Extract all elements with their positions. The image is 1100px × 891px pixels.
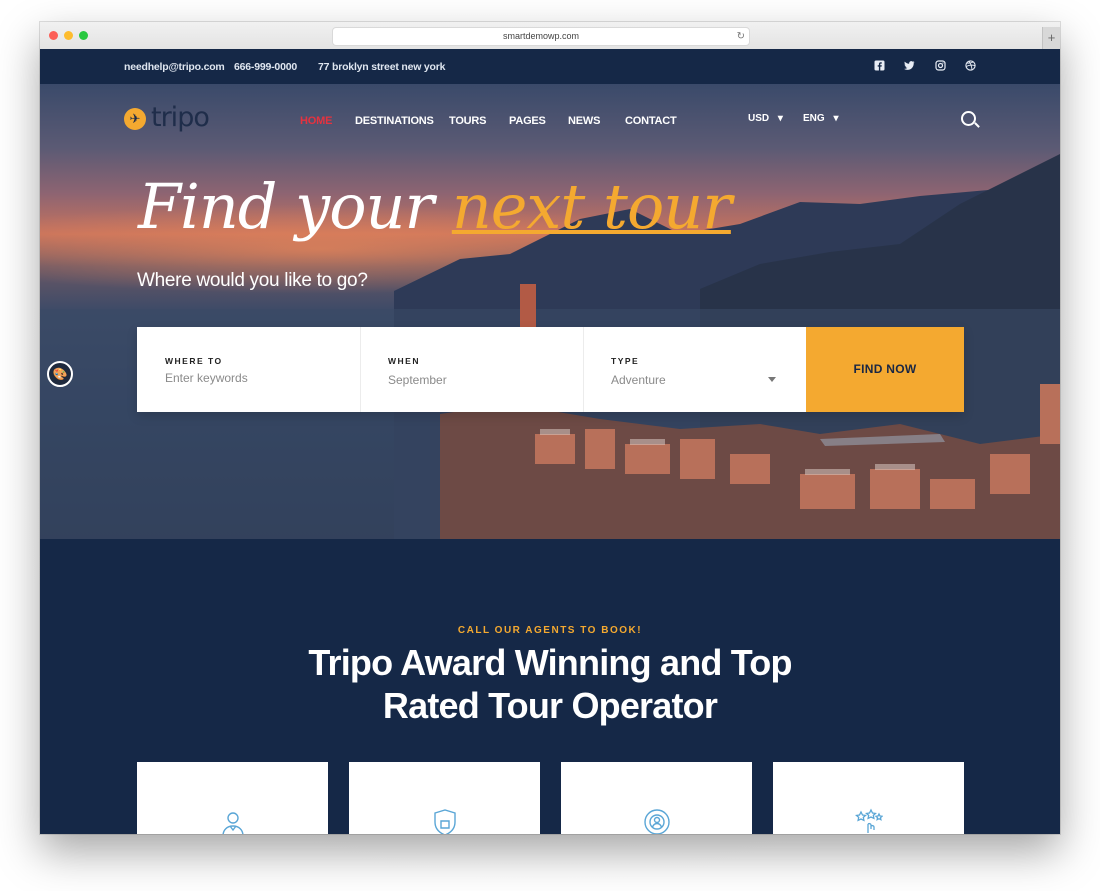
- chevron-down-icon: ▾: [833, 113, 839, 124]
- section-title-line-1: Tripo Award Winning and Top: [308, 642, 792, 683]
- facebook-icon[interactable]: [874, 60, 885, 71]
- feature-card[interactable]: [137, 762, 328, 834]
- award-icon: [643, 808, 671, 834]
- shield-icon: [431, 808, 459, 834]
- type-label: TYPE: [611, 356, 640, 366]
- section-title: Tripo Award Winning and Top Rated Tour O…: [40, 641, 1060, 727]
- language-dropdown[interactable]: ENG ▾: [803, 113, 838, 124]
- hero-section: ✈ tripo HOME DESTINATIONS TOURS PAGES NE…: [40, 84, 1060, 539]
- keywords-input[interactable]: [165, 371, 335, 385]
- type-value[interactable]: Adventure: [611, 373, 666, 387]
- headline-text: Find your: [138, 170, 452, 243]
- browser-window: smartdemowp.com ↻ + needhelp@tripo.com 6…: [40, 22, 1060, 834]
- address-bar[interactable]: smartdemowp.com ↻: [332, 27, 750, 46]
- section-title-line-2: Rated Tour Operator: [382, 685, 718, 726]
- close-window-button[interactable]: [49, 31, 58, 40]
- chevron-down-icon: ▾: [777, 113, 783, 124]
- palette-icon[interactable]: 🎨: [47, 361, 73, 387]
- currency-value: USD: [748, 113, 770, 124]
- where-to-label: WHERE TO: [165, 356, 223, 366]
- nav-home[interactable]: HOME: [300, 115, 332, 127]
- nav-contact[interactable]: CONTACT: [625, 115, 677, 127]
- section-eyebrow: CALL OUR AGENTS TO BOOK!: [457, 625, 643, 636]
- type-select[interactable]: TYPE Adventure: [583, 327, 806, 412]
- feature-card[interactable]: [773, 762, 964, 834]
- agent-icon: [219, 808, 247, 834]
- contact-address: 77 broklyn street new york: [318, 61, 446, 73]
- reload-icon[interactable]: ↻: [737, 28, 745, 45]
- contact-phone[interactable]: 666-999-0000: [234, 61, 297, 73]
- feature-card[interactable]: [561, 762, 752, 834]
- top-info-bar: needhelp@tripo.com 666-999-0000 77 brokl…: [40, 49, 1060, 84]
- dribbble-icon[interactable]: [965, 60, 976, 71]
- when-label: WHEN: [388, 356, 420, 366]
- feature-card[interactable]: [349, 762, 540, 834]
- caret-down-icon: [768, 377, 776, 382]
- contact-email[interactable]: needhelp@tripo.com: [124, 61, 225, 73]
- nav-tours[interactable]: TOURS: [449, 115, 487, 127]
- nav-news[interactable]: NEWS: [568, 115, 600, 127]
- new-tab-button[interactable]: +: [1042, 27, 1060, 49]
- hero-subheading: Where would you like to go?: [137, 270, 368, 291]
- when-value[interactable]: September: [388, 373, 447, 387]
- airplane-icon: ✈: [124, 108, 146, 130]
- tour-search-form: WHERE TO WHEN September TYPE Adventure F…: [137, 327, 964, 412]
- url-text: smartdemowp.com: [502, 31, 580, 41]
- intro-section: CALL OUR AGENTS TO BOOK! Tripo Award Win…: [40, 539, 1060, 834]
- brand-name: tripo: [151, 102, 210, 133]
- language-value: ENG: [803, 113, 825, 124]
- search-icon[interactable]: [961, 111, 976, 126]
- minimize-window-button[interactable]: [64, 31, 73, 40]
- when-field[interactable]: WHEN September: [360, 327, 584, 412]
- nav-destinations[interactable]: DESTINATIONS: [355, 115, 434, 127]
- currency-dropdown[interactable]: USD ▾: [748, 113, 783, 124]
- hero-headline: Find your next tour: [138, 170, 732, 243]
- nav-pages[interactable]: PAGES: [509, 115, 546, 127]
- maximize-window-button[interactable]: [79, 31, 88, 40]
- coastal-landscape-illustration: [40, 154, 1060, 539]
- twitter-icon[interactable]: [904, 60, 915, 71]
- find-now-button[interactable]: FIND NOW: [806, 327, 964, 412]
- browser-titlebar: smartdemowp.com ↻ +: [40, 22, 1060, 50]
- headline-accent: next tour: [451, 170, 732, 243]
- instagram-icon[interactable]: [935, 60, 946, 71]
- rating-stars-icon: [855, 808, 884, 834]
- where-to-field[interactable]: WHERE TO: [137, 327, 361, 412]
